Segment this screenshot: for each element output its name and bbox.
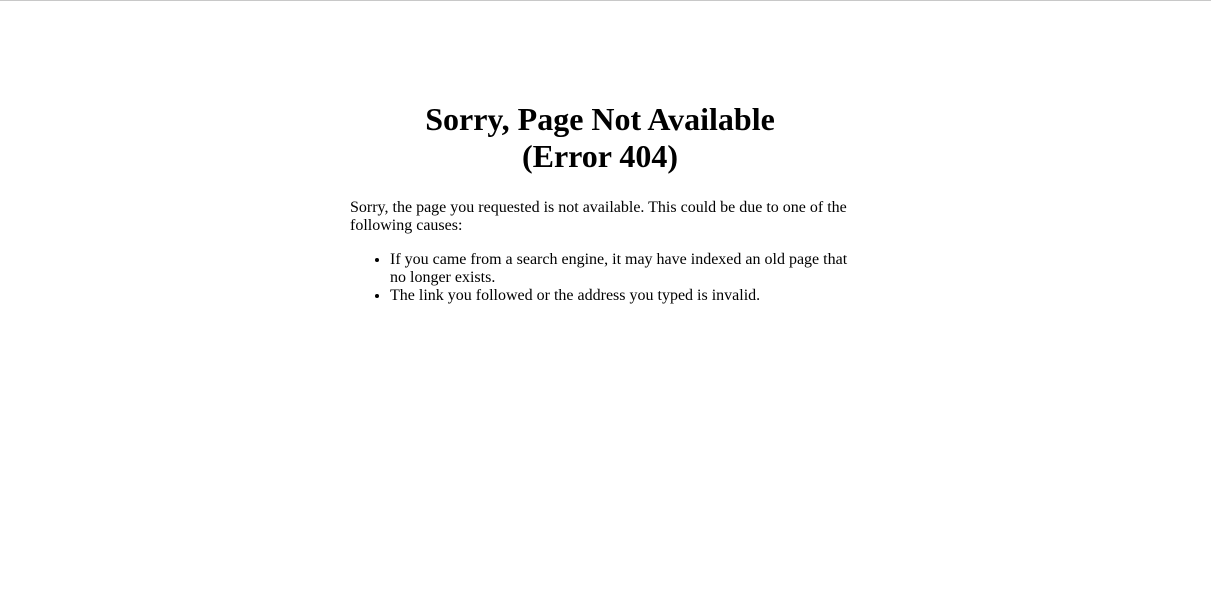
list-item: If you came from a search engine, it may… xyxy=(390,251,850,287)
page-title-line-1: Sorry, Page Not Available xyxy=(425,101,775,137)
error-content: Sorry, Page Not Available (Error 404) So… xyxy=(350,0,850,305)
page-title-line-2: (Error 404) xyxy=(521,138,679,174)
page-title: Sorry, Page Not Available (Error 404) xyxy=(350,101,850,175)
causes-list: If you came from a search engine, it may… xyxy=(350,251,850,305)
list-item: The link you followed or the address you… xyxy=(390,287,850,305)
error-description: Sorry, the page you requested is not ava… xyxy=(350,199,847,234)
